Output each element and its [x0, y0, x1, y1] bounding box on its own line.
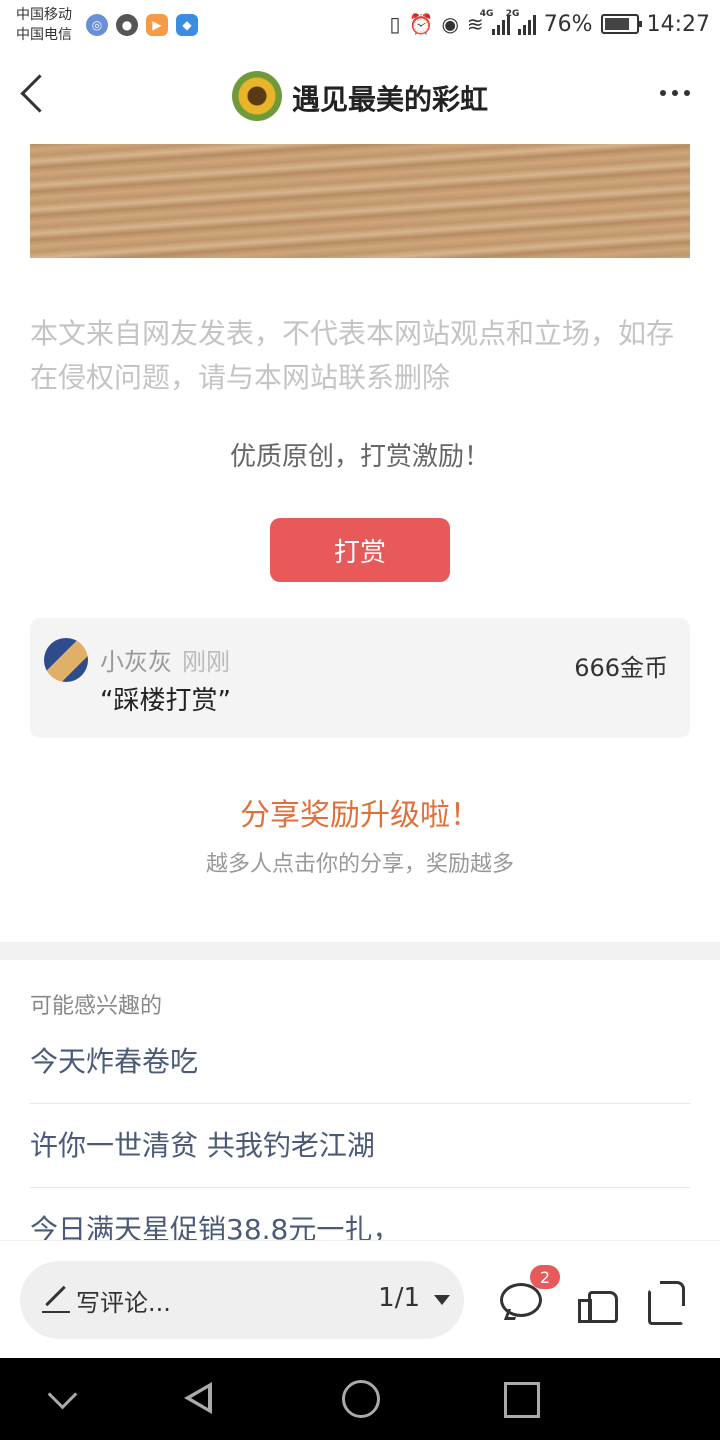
carrier-info: 中国移动 中国电信 — [16, 5, 72, 45]
sunflower-avatar[interactable] — [232, 71, 282, 121]
tip-time: 刚刚 — [182, 648, 230, 676]
recommend-item[interactable]: 今天炸春卷吃 — [30, 1020, 690, 1104]
system-nav-bar — [0, 1358, 720, 1440]
carrier-2: 中国电信 — [16, 27, 72, 43]
comment-bubble-icon[interactable] — [500, 1281, 542, 1321]
comment-count-badge: 2 — [530, 1265, 560, 1289]
share-icon[interactable] — [646, 1281, 686, 1325]
tip-username[interactable]: 小灰灰 — [100, 648, 172, 676]
hide-nav-chevron-icon[interactable] — [44, 1380, 84, 1420]
nav-recents-icon[interactable] — [504, 1380, 544, 1420]
shield-icon: ◆ — [176, 14, 198, 36]
recommend-title: 可能感兴趣的 — [30, 994, 163, 1019]
bottom-toolbar: 写评论... 1/1 2 — [0, 1240, 720, 1358]
user-avatar[interactable] — [44, 638, 88, 682]
nav-back-icon[interactable] — [184, 1380, 224, 1420]
article-image — [30, 144, 690, 258]
nav-home-icon[interactable] — [342, 1380, 382, 1420]
share-reward-title[interactable]: 分享奖励升级啦！ — [0, 790, 720, 834]
tip-card: 小灰灰 刚刚 “踩楼打赏” 666金币 — [30, 618, 690, 738]
comment-input[interactable]: 写评论... 1/1 — [20, 1261, 464, 1339]
battery-percent: 76% — [543, 11, 593, 37]
alarm-icon: ⏰ — [408, 12, 434, 36]
vibrate-icon: ▯ — [389, 12, 401, 36]
clock: 14:27 — [646, 11, 710, 37]
thumbs-up-icon[interactable] — [576, 1281, 618, 1323]
disclaimer-text: 本文来自网友发表，不代表本网站观点和立场，如存在侵权问题，请与本网站联系删除 — [30, 317, 675, 394]
signal-2g-icon: 2G — [506, 9, 536, 35]
tip-message: “踩楼打赏” — [100, 686, 231, 716]
chat-bubble-icon: ● — [116, 14, 138, 36]
recommend-item[interactable]: 许你一世清贫 共我钓老江湖 — [30, 1104, 690, 1188]
more-dots-icon[interactable] — [660, 90, 690, 96]
share-reward-subtitle: 越多人点击你的分享，奖励越多 — [205, 852, 514, 877]
reward-prompt: 优质原创，打赏激励！ — [229, 442, 490, 472]
tip-amount: 666金币 — [574, 654, 668, 682]
status-bar: 中国移动 中国电信 ◎ ● ▶ ◆ ▯ ⏰ ◉ ≋ 4G 2G 76% 14:2… — [0, 0, 720, 50]
reward-button[interactable]: 打赏 — [270, 518, 450, 582]
section-divider — [0, 942, 720, 960]
pen-icon — [42, 1285, 70, 1313]
comment-placeholder: 写评论... — [76, 1289, 171, 1317]
header: 遇见最美的彩虹 — [0, 50, 720, 142]
page-title[interactable]: 遇见最美的彩虹 — [292, 78, 488, 118]
video-icon: ▶ — [146, 14, 168, 36]
battery-icon — [600, 14, 642, 34]
status-right: ▯ ⏰ ◉ ≋ 4G 2G 76% 14:27 — [389, 9, 710, 38]
recommend-list: 今天炸春卷吃 许你一世清贫 共我钓老江湖 今日满天星促销38.8元一扎， — [30, 1020, 690, 1248]
page-indicator[interactable]: 1/1 — [378, 1283, 420, 1313]
tip-user-line: 小灰灰 刚刚 — [100, 642, 230, 677]
carrier-1: 中国移动 — [16, 7, 72, 23]
browser-icon: ◎ — [86, 14, 108, 36]
recommend-item[interactable]: 今日满天星促销38.8元一扎， — [30, 1188, 690, 1248]
eye-icon: ◉ — [441, 12, 459, 36]
back-arrow-icon[interactable] — [18, 72, 48, 116]
chevron-down-icon[interactable] — [434, 1295, 450, 1305]
notification-icons: ◎ ● ▶ ◆ — [86, 14, 198, 36]
